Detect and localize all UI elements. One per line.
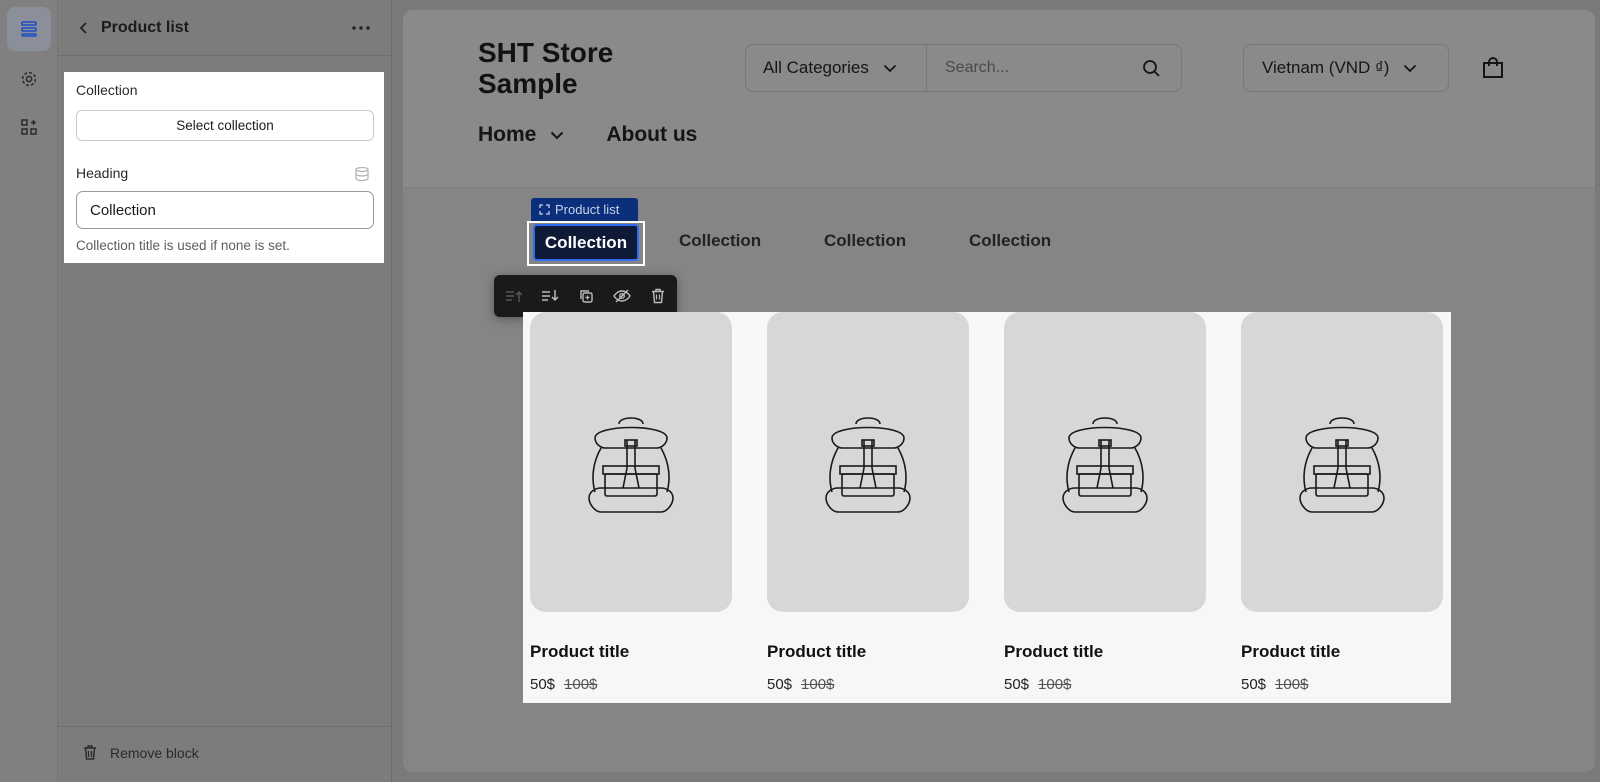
remove-block-button[interactable]: Remove block — [82, 744, 199, 761]
back-button[interactable] — [74, 18, 94, 38]
product-title[interactable]: Product title — [767, 642, 969, 662]
search-input[interactable]: Search... — [927, 45, 1181, 91]
move-up-button[interactable] — [504, 286, 524, 306]
search-group: All Categories Search... — [745, 44, 1182, 92]
cart-icon[interactable] — [1481, 56, 1505, 80]
heading-input[interactable] — [76, 191, 374, 229]
sections-icon — [21, 21, 37, 37]
product-price: 50$ 100$ — [1004, 676, 1206, 693]
trash-icon — [652, 288, 664, 304]
tab-collection-1[interactable]: Collection — [533, 224, 639, 261]
tab-collection-2[interactable]: Collection — [679, 231, 761, 251]
product-title[interactable]: Product title — [1241, 642, 1443, 662]
compare-price: 100$ — [1275, 676, 1309, 693]
remove-block-label: Remove block — [110, 744, 199, 761]
gear-icon — [21, 71, 37, 87]
search-placeholder: Search... — [945, 59, 1010, 76]
more-options-button[interactable] — [349, 18, 373, 38]
product-image[interactable] — [1241, 312, 1443, 612]
nav-item-home[interactable]: Home — [478, 123, 564, 147]
move-down-button[interactable] — [540, 286, 560, 306]
heading-label: Heading — [76, 165, 129, 181]
chevron-left-icon — [79, 22, 87, 34]
chevron-down-icon — [883, 64, 896, 72]
trash-icon — [84, 745, 96, 760]
category-select[interactable]: All Categories — [746, 45, 927, 91]
currency-select[interactable]: Vietnam (VND ₫) — [1243, 44, 1449, 92]
move-down-icon — [542, 290, 559, 302]
tab-collection-4[interactable]: Collection — [969, 231, 1051, 251]
nav-item-label: About us — [606, 123, 698, 146]
chevron-down-icon — [1404, 64, 1417, 72]
settings-panel: Product list Collection Select collectio… — [58, 0, 392, 782]
currency-value: Vietnam (VND ₫) — [1262, 58, 1390, 77]
select-collection-button[interactable]: Select collection — [76, 110, 374, 141]
site-header: SHT Store Sample All Categories Search..… — [403, 10, 1595, 188]
more-horizontal-icon — [352, 26, 370, 30]
backpack-placeholder-icon — [1062, 417, 1148, 513]
dynamic-source-icon[interactable] — [354, 166, 370, 182]
store-preview: SHT Store Sample All Categories Search..… — [403, 10, 1595, 772]
store-logo-text[interactable]: SHT Store Sample — [478, 37, 678, 99]
panel-header: Product list — [58, 0, 391, 56]
compare-price: 100$ — [801, 676, 835, 693]
delete-button[interactable] — [648, 286, 668, 306]
duplicate-button[interactable] — [576, 286, 596, 306]
product-card[interactable]: Product title 50$ 100$ — [1241, 312, 1443, 693]
nav-item-label: Home — [478, 123, 537, 146]
apps-icon — [21, 119, 37, 135]
sale-price: 50$ — [767, 676, 793, 693]
product-card[interactable]: Product title 50$ 100$ — [530, 312, 732, 693]
search-icon[interactable] — [1142, 59, 1161, 78]
move-up-icon — [506, 290, 523, 302]
backpack-placeholder-icon — [588, 417, 674, 513]
product-title[interactable]: Product title — [1004, 642, 1206, 662]
product-title[interactable]: Product title — [530, 642, 732, 662]
block-toolbar — [494, 275, 677, 317]
main-nav: Home About us — [478, 123, 697, 147]
category-select-value: All Categories — [763, 58, 869, 77]
eye-off-icon — [613, 289, 631, 303]
product-card[interactable]: Product title 50$ 100$ — [767, 312, 969, 693]
settings-card: Collection Select collection Heading Col… — [64, 72, 384, 263]
select-frame-icon — [539, 204, 550, 215]
chevron-down-icon — [551, 131, 564, 139]
backpack-placeholder-icon — [825, 417, 911, 513]
product-grid: Product title 50$ 100$ Product title 50$… — [523, 312, 1451, 703]
panel-footer: Remove block — [58, 726, 391, 782]
collection-label: Collection — [76, 82, 138, 98]
compare-price: 100$ — [564, 676, 598, 693]
panel-title: Product list — [101, 19, 190, 36]
product-price: 50$ 100$ — [767, 676, 969, 693]
apps-rail-button[interactable] — [7, 105, 51, 149]
product-image[interactable] — [530, 312, 732, 612]
left-rail — [0, 0, 58, 782]
sale-price: 50$ — [1004, 676, 1030, 693]
backpack-placeholder-icon — [1299, 417, 1385, 513]
heading-help-text: Collection title is used if none is set. — [76, 238, 290, 253]
product-card[interactable]: Product title 50$ 100$ — [1004, 312, 1206, 693]
sections-rail-button[interactable] — [7, 7, 51, 51]
settings-rail-button[interactable] — [7, 57, 51, 101]
nav-item-about[interactable]: About us — [606, 123, 697, 147]
product-image[interactable] — [767, 312, 969, 612]
tab-collection-3[interactable]: Collection — [824, 231, 906, 251]
selected-block-label: Product list — [555, 202, 620, 217]
sale-price: 50$ — [1241, 676, 1267, 693]
product-price: 50$ 100$ — [1241, 676, 1443, 693]
hide-button[interactable] — [612, 286, 632, 306]
sale-price: 50$ — [530, 676, 556, 693]
product-price: 50$ 100$ — [530, 676, 732, 693]
product-image[interactable] — [1004, 312, 1206, 612]
compare-price: 100$ — [1038, 676, 1072, 693]
selected-block-tag[interactable]: Product list — [531, 198, 638, 221]
duplicate-icon — [580, 290, 593, 303]
